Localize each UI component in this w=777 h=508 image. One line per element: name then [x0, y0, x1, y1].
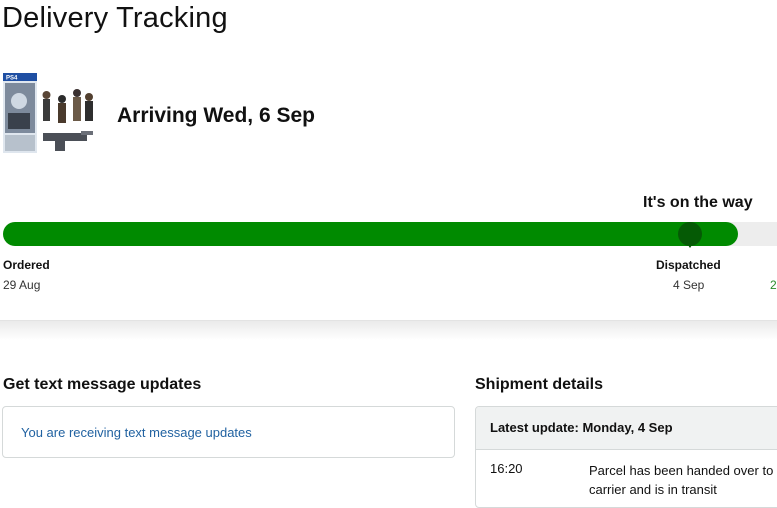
step-dispatched-date: 4 Sep [673, 278, 705, 292]
shipment-status: It's on the way [643, 194, 753, 211]
step-dispatched-label: Dispatched [656, 258, 721, 272]
arrival-date: Arriving Wed, 6 Sep [117, 104, 315, 127]
shipment-header: Latest update: Monday, 4 Sep [476, 407, 777, 450]
section-divider-line [0, 320, 777, 321]
page-title: Delivery Tracking [2, 2, 228, 34]
step-delivery-date: 2 [770, 278, 777, 292]
sms-box: You are receiving text message updates [2, 406, 455, 458]
latest-update: Latest update: Monday, 4 Sep [490, 420, 673, 435]
progress-marker-pointer [686, 242, 694, 248]
event-time: 16:20 [490, 461, 523, 476]
sms-status-link[interactable]: You are receiving text message updates [21, 425, 252, 440]
box-title: PS4 [6, 76, 18, 82]
event-description: Parcel has been handed over to carrier a… [589, 463, 774, 497]
sms-heading: Get text message updates [3, 376, 202, 393]
game-box-art: PS4 [3, 73, 93, 153]
step-ordered-label: Ordered [3, 258, 50, 272]
shipment-heading: Shipment details [475, 376, 604, 393]
shipment-box: Latest update: Monday, 4 Sep 16:20 Parce… [475, 406, 777, 508]
step-ordered-date: 29 Aug [3, 278, 41, 292]
product-image[interactable]: PS4 [3, 73, 99, 157]
section-divider [0, 320, 777, 340]
progress-fill [3, 222, 738, 246]
